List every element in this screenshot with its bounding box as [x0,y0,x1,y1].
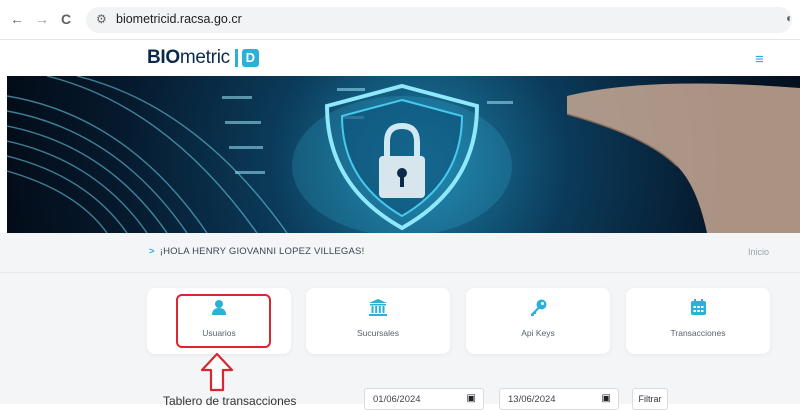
date-from-value: 01/06/2024 [373,394,421,405]
reload-icon[interactable]: C [56,9,76,29]
date-to-value: 13/06/2024 [508,394,556,405]
calendar-picker-icon[interactable]: ▣ [602,393,611,404]
annotation-highlight-box [176,294,271,348]
breadcrumb-home[interactable]: Inicio [748,247,769,257]
annotation-up-arrow-icon [200,352,234,392]
security-lock-illustration [7,76,800,233]
calendar-picker-icon[interactable]: ▣ [467,393,476,404]
card-api-keys[interactable]: Api Keys [466,288,610,354]
calendar-icon [626,299,770,317]
date-to-input[interactable]: 13/06/2024 ▣ [499,388,619,410]
dashboard-title: Tablero de transacciones [163,394,297,408]
filter-button[interactable]: Filtrar [632,388,668,410]
biometric-id-logo[interactable]: BIOmetric D [147,47,259,69]
address-bar[interactable]: ⚙ biometricid.racsa.go.cr [86,7,792,33]
browser-toolbar: ← → C ⚙ biometricid.racsa.go.cr ◐ [0,0,800,40]
site-header: BIOmetric D ≡ [0,40,800,76]
greeting-text: ¡HOLA HENRY GIOVANNI LOPEZ VILLEGAS! [159,246,365,257]
dashboard-content: Usuarios Sucursales Api Keys Transaccion… [0,273,800,404]
card-label: Transacciones [670,328,726,338]
chevron-right-icon: > [149,246,155,257]
back-arrow-icon[interactable]: ← [7,9,27,29]
logo-separator [234,49,238,67]
greeting-text-wrap: > ¡HOLA HENRY GIOVANNI LOPEZ VILLEGAS! [149,246,364,257]
greeting-bar: > ¡HOLA HENRY GIOVANNI LOPEZ VILLEGAS! In… [0,233,800,273]
date-from-input[interactable]: 01/06/2024 ▣ [364,388,484,410]
hamburger-menu-icon[interactable]: ≡ [755,51,764,68]
bank-icon [306,299,450,317]
logo-metric-text: metric [179,47,230,68]
card-sucursales[interactable]: Sucursales [306,288,450,354]
site-settings-icon[interactable]: ⚙ [96,12,107,26]
hero-banner [7,76,800,233]
card-label: Api Keys [521,328,555,338]
url-text: biometricid.racsa.go.cr [116,12,242,26]
card-transacciones[interactable]: Transacciones [626,288,770,354]
logo-bio-text: BIO [147,47,180,68]
extension-icon[interactable]: ◐ [786,11,793,25]
key-icon [466,299,610,317]
card-label: Sucursales [356,328,400,338]
logo-id-badge: D [241,49,259,67]
forward-arrow-icon[interactable]: → [32,9,52,29]
